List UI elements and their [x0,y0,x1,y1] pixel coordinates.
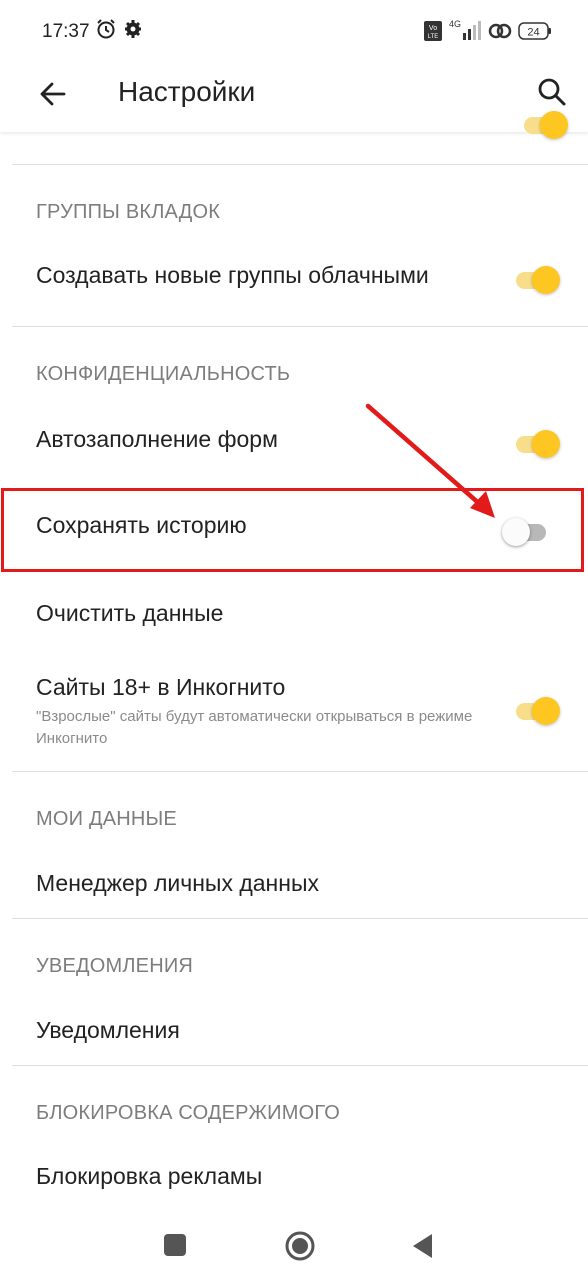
gear-icon [123,18,143,45]
volte-icon: Vo LTE [424,21,442,46]
setting-row-adult-sites-incognito[interactable]: Сайты 18+ в Инкогнито "Взрослые" сайты б… [0,658,588,772]
svg-text:24: 24 [527,27,539,39]
system-nav-bar [0,1208,588,1280]
setting-label: Сайты 18+ в Инкогнито [36,674,286,700]
link-icon [488,21,512,46]
setting-row-clear-data[interactable]: Очистить данные [0,574,588,658]
divider [12,771,588,772]
divider [12,326,588,327]
toggle-autofill[interactable] [512,427,560,461]
toggle-adult-sites-incognito[interactable] [512,694,560,728]
setting-row-cloud-groups[interactable]: Создавать новые группы облачными [0,240,588,326]
status-time: 17:37 [42,21,90,42]
app-bar: Настройки [0,62,588,132]
setting-label: Блокировка рекламы [36,1163,263,1189]
svg-text:LTE: LTE [428,34,439,40]
home-icon[interactable] [284,1230,316,1267]
page-title: Настройки [118,76,256,107]
toggle-cloud-groups[interactable] [512,263,560,297]
arrow-left-icon [40,82,66,106]
battery-icon: 24 [518,22,552,45]
status-bar: 17:37 Vo LTE 4G 24 [0,0,588,62]
setting-label: Автозаполнение форм [36,426,278,452]
setting-row-personal-data-manager[interactable]: Менеджер личных данных [0,846,588,918]
setting-label: Менеджер личных данных [36,870,319,896]
recent-apps-icon[interactable] [162,1232,188,1263]
svg-text:4G: 4G [449,19,461,29]
section-header-notifications: УВЕДОМЛЕНИЯ [36,955,194,977]
signal-4g-icon: 4G [447,18,487,47]
divider [12,918,588,919]
svg-text:Vo: Vo [429,25,437,32]
alarm-icon [95,18,117,45]
setting-label: Создавать новые группы облачными [36,262,429,288]
divider [12,164,588,165]
setting-label: Очистить данные [36,600,224,626]
back-triangle-icon[interactable] [410,1232,436,1265]
setting-row-notifications[interactable]: Уведомления [0,994,588,1066]
section-header-privacy: КОНФИДЕНЦИАЛЬНОСТЬ [36,363,291,385]
section-header-content-blocking: БЛОКИРОВКА СОДЕРЖИМОГО [36,1102,341,1124]
setting-label: Уведомления [36,1017,180,1043]
setting-row-ad-blocking[interactable]: Блокировка рекламы [0,1140,588,1208]
annotation-highlight-box [1,488,584,572]
divider [12,1065,588,1066]
toggle-switch-partial[interactable] [520,108,568,142]
search-button[interactable] [532,72,572,112]
section-header-tab-groups: ГРУППЫ ВКЛАДОК [36,201,221,223]
setting-row-autofill[interactable]: Автозаполнение форм [0,402,588,486]
section-header-my-data: МОИ ДАННЫЕ [36,808,177,830]
back-button[interactable] [34,74,74,114]
search-icon [538,78,566,106]
setting-description: "Взрослые" сайты будут автоматически отк… [36,708,473,747]
